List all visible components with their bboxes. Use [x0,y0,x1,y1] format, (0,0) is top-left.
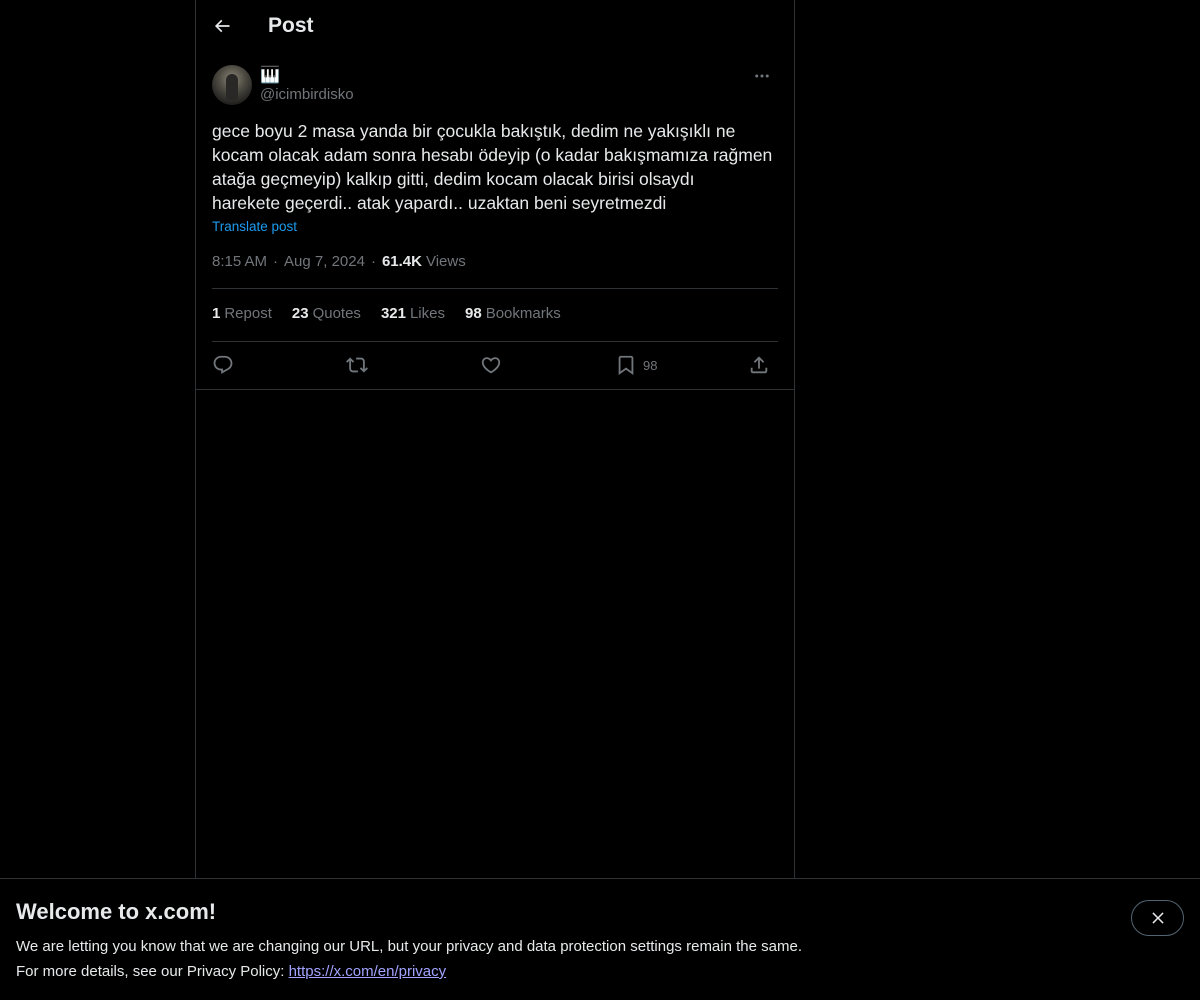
banner-details: For more details, see our Privacy Policy… [16,963,447,980]
arrow-left-icon [214,19,230,33]
post-actions: 98 [212,350,778,380]
post-text: gece boyu 2 masa yanda bir çocukla bakış… [212,121,773,213]
share-button[interactable] [748,350,770,380]
reply-icon [213,355,233,374]
quotes-stat[interactable]: 23 Quotes [292,305,361,322]
post-column: Post 🎹 @icimbirdisko gece boyu 2 masa ya… [195,0,795,878]
views-label: Views [425,253,466,270]
like-button[interactable] [480,350,502,380]
heart-icon [481,357,501,374]
page-header: Post [196,0,794,54]
more-options-button[interactable] [746,64,778,88]
page-title: Post [268,14,314,37]
repost-button[interactable] [346,350,368,380]
close-icon [1151,912,1164,924]
author-display-name[interactable]: 🎹 [260,66,280,86]
banner-title: Welcome to x.com! [16,899,217,924]
privacy-policy-link[interactable]: https://x.com/en/privacy [289,963,447,980]
meta-separator: · [370,253,376,270]
share-icon [750,356,768,374]
post-date[interactable]: Aug 7, 2024 [284,253,365,270]
author-handle[interactable]: @icimbirdisko [260,86,354,103]
translate-post-link[interactable]: Translate post [212,219,297,234]
divider [212,288,778,289]
bookmark-count: 98 [643,357,658,373]
bookmarks-stat[interactable]: 98 Bookmarks [465,305,561,322]
back-button[interactable] [204,8,240,44]
likes-stat[interactable]: 321 Likes [381,305,445,322]
meta-separator: · [273,253,279,270]
welcome-banner: Welcome to x.com! We are letting you kno… [0,878,1200,1000]
views-count: 61.4K [381,253,422,270]
reposts-stat[interactable]: 1 Repost [212,305,272,322]
repost-icon [346,357,368,373]
post-time[interactable]: 8:15 AM [212,253,267,270]
close-banner-button[interactable] [1131,900,1184,936]
bookmark-button[interactable]: 98 [615,350,657,380]
divider [212,341,778,342]
post-meta: 8:15 AM · Aug 7, 2024 · 61.4K Views [212,253,466,270]
divider [196,389,794,390]
avatar[interactable] [212,65,252,105]
post-stats: 1 Repost 23 Quotes 321 Likes 98 Bookmarks [212,305,581,322]
reply-button[interactable] [212,350,234,380]
banner-message: We are letting you know that we are chan… [16,938,802,955]
bookmark-icon [618,355,634,376]
post-author: 🎹 @icimbirdisko [212,64,778,108]
more-icon [755,74,769,78]
